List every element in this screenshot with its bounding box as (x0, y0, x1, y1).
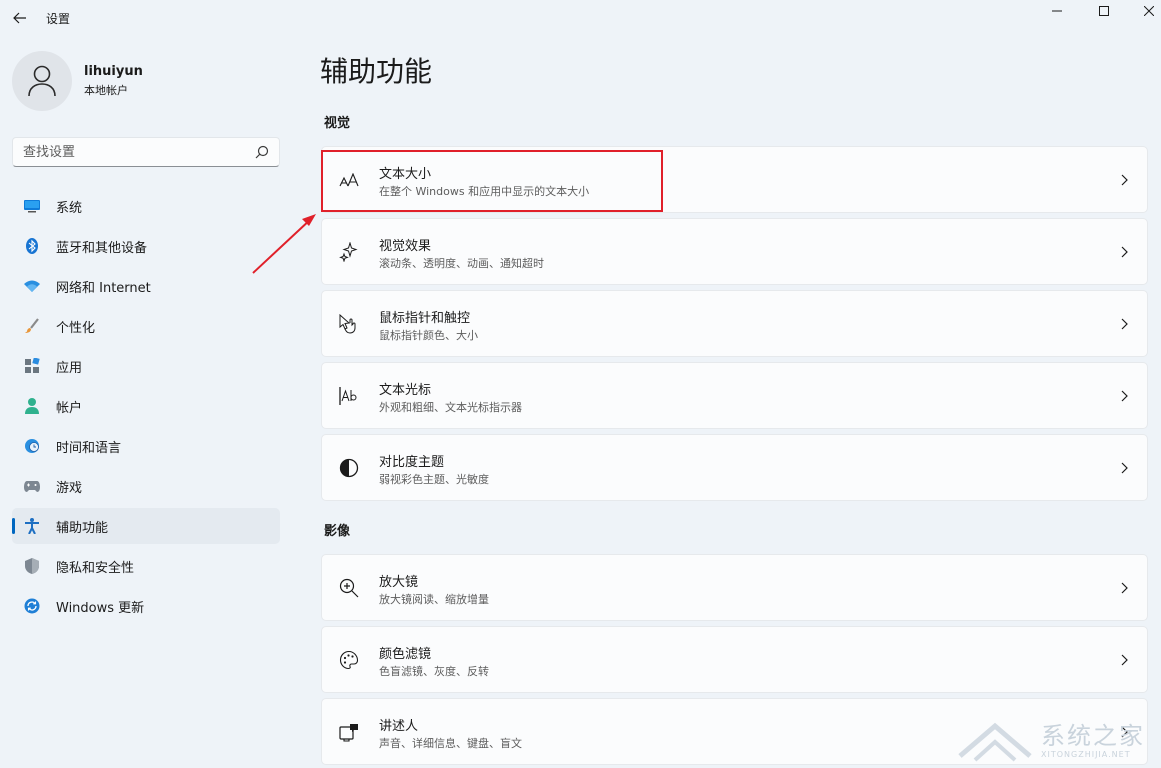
sidebar-item-accessibility[interactable]: 辅助功能 (12, 508, 280, 544)
sidebar-item-apps[interactable]: 应用 (12, 348, 280, 384)
sidebar-item-label: 帐户 (56, 400, 83, 416)
sidebar-item-time-language[interactable]: 时间和语言 (12, 428, 280, 464)
chevron-right-icon (1121, 174, 1128, 186)
page-title: 辅助功能 (320, 55, 433, 88)
card-subtitle: 滚动条、透明度、动画、通知超时 (379, 257, 544, 270)
profile-name: lihuiyun (84, 64, 143, 79)
sidebar-item-bluetooth[interactable]: 蓝牙和其他设备 (12, 228, 280, 264)
search-icon[interactable] (255, 145, 269, 159)
card-visual-effects[interactable]: 视觉效果 滚动条、透明度、动画、通知超时 (321, 218, 1148, 285)
sidebar-item-label: Windows 更新 (56, 600, 145, 616)
maximize-button[interactable] (1081, 0, 1127, 22)
watermark-logo-icon (958, 722, 1032, 762)
sidebar-item-label: 网络和 Internet (56, 280, 151, 296)
sidebar-item-label: 个性化 (56, 320, 96, 336)
search-box (12, 137, 280, 167)
card-subtitle: 色盲滤镜、灰度、反转 (379, 665, 489, 678)
sidebar-item-label: 游戏 (56, 480, 83, 496)
search-input[interactable] (13, 138, 243, 166)
card-title: 颜色滤镜 (379, 647, 432, 662)
person-icon (24, 398, 40, 414)
wifi-icon (24, 278, 40, 294)
card-magnifier[interactable]: 放大镜 放大镜阅读、缩放增量 (321, 554, 1148, 621)
chevron-right-icon (1121, 318, 1128, 330)
sidebar-item-label: 应用 (56, 360, 83, 376)
profile-account-type: 本地帐户 (84, 84, 128, 97)
card-color-filters[interactable]: 颜色滤镜 色盲滤镜、灰度、反转 (321, 626, 1148, 693)
accessibility-icon (24, 518, 40, 534)
sidebar-nav: 系统 蓝牙和其他设备 网络和 Internet 个性化 应用 帐户 时间和语言 … (12, 188, 280, 628)
chevron-right-icon (1121, 654, 1128, 666)
card-text-cursor[interactable]: 文本光标 外观和粗细、文本光标指示器 (321, 362, 1148, 429)
sidebar-item-accounts[interactable]: 帐户 (12, 388, 280, 424)
sidebar-item-label: 辅助功能 (56, 520, 109, 536)
card-subtitle: 鼠标指针颜色、大小 (379, 329, 478, 342)
back-arrow-icon (13, 12, 26, 24)
palette-icon (339, 650, 359, 670)
watermark: 系统之家 XITONGZHIJIA.NET (955, 712, 1161, 768)
card-title: 放大镜 (379, 575, 419, 590)
globe-clock-icon (24, 438, 40, 454)
section-title-vision: 视觉 (324, 116, 351, 131)
title-bar: 设置 (0, 0, 1161, 36)
card-title: 鼠标指针和触控 (379, 311, 471, 326)
avatar (12, 51, 72, 111)
magnifier-icon (339, 578, 359, 598)
sidebar-item-personalization[interactable]: 个性化 (12, 308, 280, 344)
narrator-icon (339, 722, 359, 742)
user-icon (28, 65, 56, 97)
watermark-url: XITONGZHIJIA.NET (1041, 750, 1131, 759)
app-title: 设置 (46, 12, 71, 26)
chevron-right-icon (1121, 246, 1128, 258)
monitor-icon (24, 198, 40, 214)
pointer-touch-icon (339, 314, 359, 334)
card-subtitle: 放大镜阅读、缩放增量 (379, 593, 489, 606)
contrast-icon (339, 458, 359, 478)
highlight-box (321, 150, 663, 212)
section-title-vision-imaging: 影像 (324, 524, 351, 539)
card-subtitle: 弱视彩色主题、光敏度 (379, 473, 489, 486)
chevron-right-icon (1121, 390, 1128, 402)
bluetooth-icon (24, 238, 40, 254)
card-subtitle: 外观和粗细、文本光标指示器 (379, 401, 522, 414)
card-title: 文本光标 (379, 383, 432, 398)
sidebar-item-privacy[interactable]: 隐私和安全性 (12, 548, 280, 584)
close-icon (1144, 6, 1154, 16)
sidebar-item-windows-update[interactable]: Windows 更新 (12, 588, 280, 624)
sidebar-item-label: 隐私和安全性 (56, 560, 135, 576)
sidebar-item-gaming[interactable]: 游戏 (12, 468, 280, 504)
maximize-icon (1099, 6, 1109, 16)
sidebar-item-system[interactable]: 系统 (12, 188, 280, 224)
minimize-icon (1052, 10, 1062, 12)
back-button[interactable] (10, 8, 30, 28)
card-title: 对比度主题 (379, 455, 445, 470)
card-subtitle: 声音、详细信息、键盘、盲文 (379, 737, 522, 750)
text-cursor-icon (339, 386, 359, 406)
sidebar-item-label: 蓝牙和其他设备 (56, 240, 148, 256)
sparkle-icon (339, 242, 359, 262)
sidebar-item-network[interactable]: 网络和 Internet (12, 268, 280, 304)
sidebar-item-label: 系统 (56, 200, 83, 216)
gamepad-icon (24, 478, 40, 494)
card-title: 讲述人 (379, 719, 419, 734)
brush-icon (24, 318, 40, 334)
close-button[interactable] (1126, 0, 1161, 22)
chevron-right-icon (1121, 582, 1128, 594)
card-contrast-themes[interactable]: 对比度主题 弱视彩色主题、光敏度 (321, 434, 1148, 501)
watermark-text: 系统之家 (1041, 722, 1145, 750)
chevron-right-icon (1121, 462, 1128, 474)
shield-icon (24, 558, 40, 574)
sidebar-item-label: 时间和语言 (56, 440, 122, 456)
card-mouse-pointer-touch[interactable]: 鼠标指针和触控 鼠标指针颜色、大小 (321, 290, 1148, 357)
user-profile[interactable]: lihuiyun 本地帐户 (12, 51, 143, 111)
annotation-arrow-icon (252, 214, 316, 274)
apps-icon (24, 358, 40, 374)
minimize-button[interactable] (1034, 0, 1080, 22)
update-icon (24, 598, 40, 614)
card-title: 视觉效果 (379, 239, 432, 254)
